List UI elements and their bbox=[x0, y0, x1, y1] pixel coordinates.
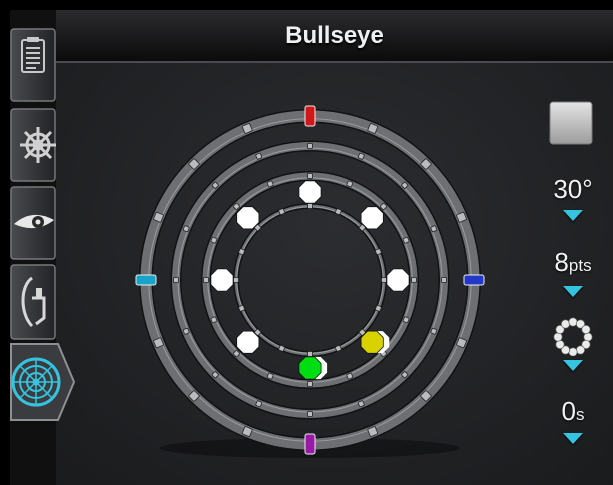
pattern-dropdown-arrow[interactable] bbox=[563, 360, 583, 371]
ring-ticks bbox=[141, 111, 479, 449]
pattern-dot bbox=[568, 317, 578, 327]
pattern-dot bbox=[568, 347, 578, 356]
pattern-dot bbox=[560, 319, 571, 329]
pattern-dot bbox=[581, 324, 591, 335]
ring-tick bbox=[173, 277, 179, 283]
ring-tick bbox=[307, 411, 313, 417]
bullseye-app: Bullseye 30° 8pts 0s bbox=[0, 0, 613, 485]
pattern-dot bbox=[553, 332, 563, 342]
ring-tick bbox=[307, 381, 313, 387]
pattern-dot bbox=[575, 345, 586, 355]
angle-dropdown-arrow[interactable] bbox=[563, 210, 583, 221]
ring-tick bbox=[307, 351, 313, 357]
ring-tick bbox=[411, 277, 417, 283]
target-point bbox=[386, 268, 410, 292]
time-dropdown-arrow[interactable] bbox=[563, 433, 583, 444]
spacing-control[interactable]: 8pts bbox=[540, 245, 606, 303]
time-control[interactable]: 0s bbox=[540, 394, 606, 452]
ring-tick bbox=[307, 143, 313, 149]
target-point bbox=[298, 356, 322, 380]
square-icon bbox=[549, 101, 593, 145]
spacing-dropdown-arrow[interactable] bbox=[563, 286, 583, 297]
angle-control[interactable]: 30° bbox=[540, 170, 606, 230]
spacing-value: 8 bbox=[554, 247, 569, 277]
shape-square-button[interactable] bbox=[548, 100, 594, 146]
target-points bbox=[210, 180, 410, 380]
ring-tick bbox=[307, 203, 313, 209]
target-point bbox=[236, 330, 260, 354]
ring-tick bbox=[441, 277, 447, 283]
spacing-unit: pts bbox=[568, 256, 592, 275]
marker-bottom bbox=[304, 433, 316, 455]
marker-right bbox=[463, 274, 485, 286]
time-value: 0 bbox=[561, 396, 576, 426]
target-point bbox=[298, 180, 322, 204]
ring-tick bbox=[203, 277, 209, 283]
ring-tick bbox=[307, 173, 313, 179]
ring-markers bbox=[135, 105, 485, 455]
pattern-dot bbox=[583, 332, 593, 342]
pattern-dot bbox=[555, 339, 565, 350]
dotted-ring-icon bbox=[553, 317, 593, 356]
target-point bbox=[210, 268, 234, 292]
target-point bbox=[236, 206, 260, 230]
ring-tick bbox=[381, 277, 387, 283]
pattern-control[interactable] bbox=[540, 316, 606, 374]
time-unit: s bbox=[575, 405, 585, 424]
marker-top bbox=[304, 105, 316, 127]
target-point bbox=[360, 330, 384, 354]
target-point bbox=[360, 206, 384, 230]
ring-tick bbox=[233, 277, 239, 283]
marker-left bbox=[135, 274, 157, 286]
angle-value: 30° bbox=[553, 174, 593, 204]
bullseye-target[interactable] bbox=[0, 0, 613, 485]
